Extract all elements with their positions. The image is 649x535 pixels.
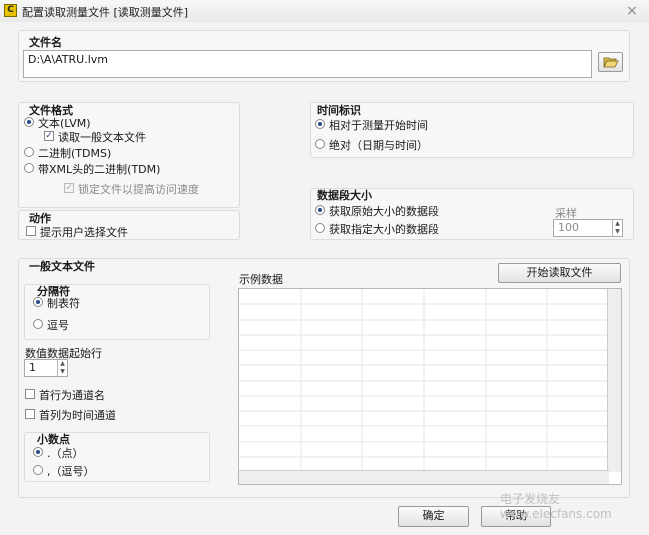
lock-file-label: 锁定文件以提高访问速度 [78, 183, 199, 196]
file-name-group: 文件名 D:\A\ATRU.lvm [18, 30, 630, 82]
file-path-input[interactable]: D:\A\ATRU.lvm [23, 50, 592, 78]
window-title: 配置读取测量文件 [读取测量文件] [22, 6, 189, 19]
file-name-label: 文件名 [29, 36, 62, 49]
ok-button[interactable]: 确定 [398, 506, 469, 527]
start-row-value: 1 [29, 361, 36, 374]
app-icon: C [4, 4, 17, 17]
segment-specified-radio[interactable] [315, 223, 325, 233]
segment-original-radio[interactable] [315, 205, 325, 215]
segment-original-label: 获取原始大小的数据段 [329, 205, 439, 218]
time-stamp-label: 时间标识 [317, 104, 361, 117]
decimal-group: 小数点 .（点） ,（逗号） [24, 432, 210, 482]
title-bar: C 配置读取测量文件 [读取测量文件] × [0, 0, 649, 23]
segment-size-label: 数据段大小 [317, 189, 372, 202]
horizontal-scrollbar[interactable] [239, 470, 609, 484]
vertical-scrollbar[interactable] [607, 289, 621, 472]
time-absolute-label: 绝对（日期与时间） [329, 139, 428, 152]
samples-input: 100 ▲ ▼ [553, 219, 623, 237]
first-col-time-checkbox[interactable] [25, 409, 35, 419]
format-lvm-radio[interactable] [24, 117, 34, 127]
time-relative-radio[interactable] [315, 119, 325, 129]
sample-data-label: 示例数据 [239, 273, 283, 286]
sample-data-table[interactable] [238, 288, 622, 485]
decimal-point-label: .（点） [47, 447, 84, 460]
read-generic-text-label: 读取一般文本文件 [58, 131, 146, 144]
decimal-comma-radio[interactable] [33, 465, 43, 475]
samples-spinner: ▲ ▼ [612, 220, 622, 236]
format-tdm-radio[interactable] [24, 163, 34, 173]
browse-button[interactable] [598, 52, 623, 72]
watermark: 电子发烧友 www.elecfans.com [500, 492, 612, 521]
start-row-spinner[interactable]: ▲ ▼ [57, 360, 67, 376]
prompt-user-checkbox[interactable] [26, 226, 36, 236]
prompt-user-label: 提示用户选择文件 [40, 226, 128, 239]
start-row-input[interactable]: 1 ▲ ▼ [24, 359, 68, 377]
first-row-channel-label: 首行为通道名 [39, 389, 105, 402]
start-read-file-button[interactable]: 开始读取文件 [498, 263, 621, 283]
close-icon[interactable]: × [623, 3, 641, 19]
action-group: 动作 提示用户选择文件 [18, 210, 240, 240]
delimiter-tab-radio[interactable] [33, 297, 43, 307]
delimiter-group: 分隔符 制表符 逗号 [24, 284, 210, 340]
format-tdm-label: 带XML头的二进制(TDM) [38, 163, 161, 176]
delimiter-comma-label: 逗号 [47, 319, 69, 332]
time-absolute-radio[interactable] [315, 139, 325, 149]
segment-size-group: 数据段大小 获取原始大小的数据段 获取指定大小的数据段 采样 100 ▲ ▼ [310, 188, 634, 240]
delimiter-tab-label: 制表符 [47, 297, 80, 310]
format-tdms-radio[interactable] [24, 147, 34, 157]
sample-data-grid [239, 289, 609, 472]
file-format-group: 文件格式 文本(LVM) ✓ 读取一般文本文件 二进制(TDMS) 带XML头的… [18, 102, 240, 208]
format-tdms-label: 二进制(TDMS) [38, 147, 112, 160]
decimal-point-radio[interactable] [33, 447, 43, 457]
time-relative-label: 相对于测量开始时间 [329, 119, 428, 132]
folder-open-icon [602, 57, 619, 68]
generic-text-label: 一般文本文件 [29, 260, 95, 273]
samples-value: 100 [558, 221, 579, 234]
first-col-time-label: 首列为时间通道 [39, 409, 116, 422]
segment-specified-label: 获取指定大小的数据段 [329, 223, 439, 236]
decimal-comma-label: ,（逗号） [47, 465, 95, 478]
time-stamp-group: 时间标识 相对于测量开始时间 绝对（日期与时间） [310, 102, 634, 158]
first-row-channel-checkbox[interactable] [25, 389, 35, 399]
delimiter-comma-radio[interactable] [33, 319, 43, 329]
lock-file-checkbox: ✓ [64, 183, 74, 193]
read-generic-text-checkbox[interactable]: ✓ [44, 131, 54, 141]
